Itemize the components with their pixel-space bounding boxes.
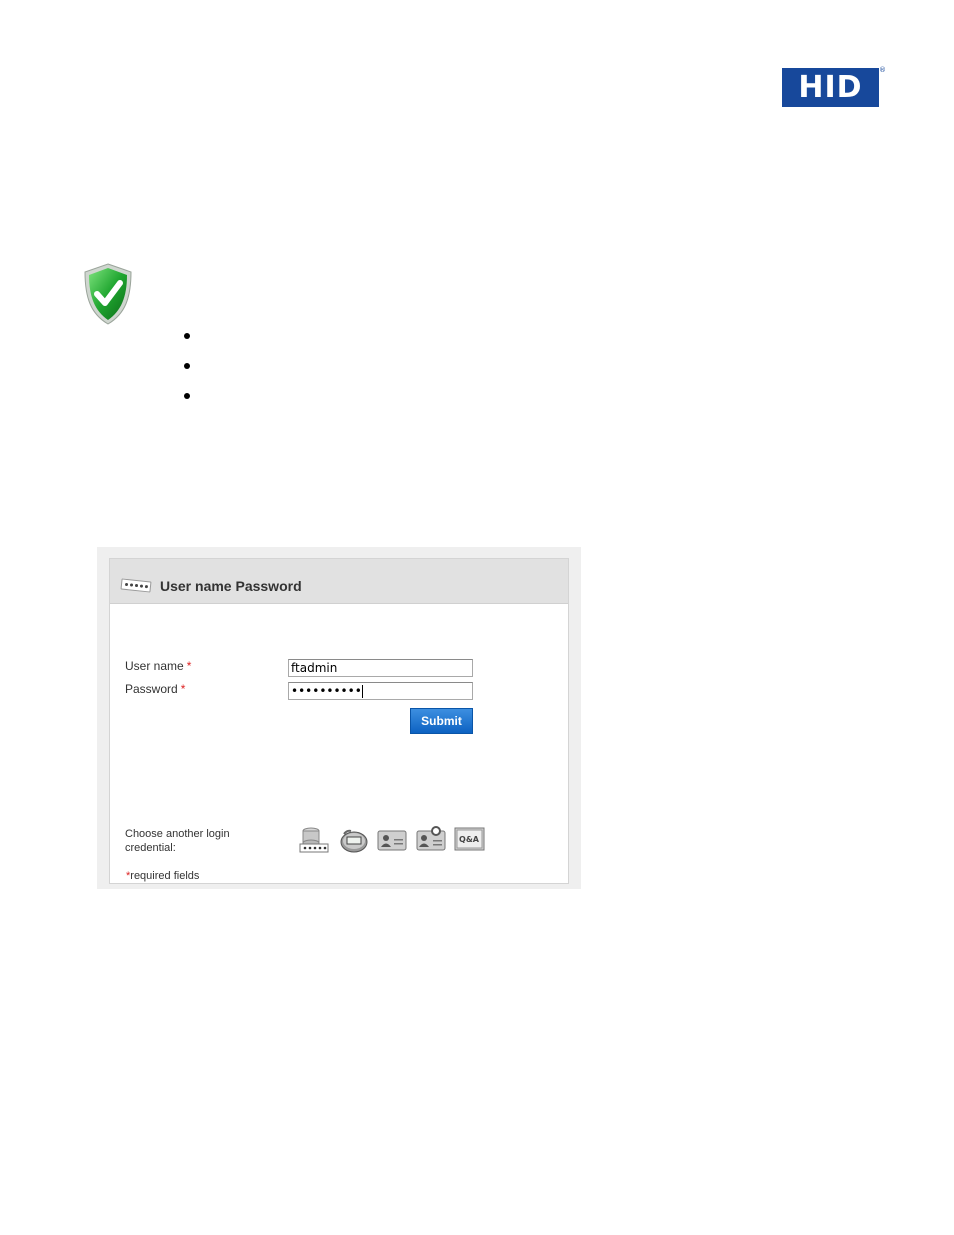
database-otp-icon[interactable] <box>298 825 330 855</box>
bullet-item <box>184 333 190 339</box>
submit-button[interactable]: Submit <box>410 708 473 734</box>
username-input[interactable] <box>288 659 473 677</box>
qa-icon[interactable]: Q&A <box>454 825 486 855</box>
password-dots: •••••••••• <box>291 684 362 698</box>
required-asterisk: * <box>186 659 192 673</box>
username-label: User name * <box>125 659 192 673</box>
qa-icon-text: Q&A <box>459 835 480 844</box>
bullet-item <box>184 363 190 369</box>
panel-header: User name Password <box>110 559 568 604</box>
token-icon[interactable] <box>338 825 370 855</box>
text-cursor <box>361 685 363 698</box>
bullet-list <box>184 333 190 423</box>
choose-credential-label: Choose another login credential: <box>125 828 230 854</box>
bullet-item <box>184 393 190 399</box>
hid-logo: HID <box>782 68 879 107</box>
shield-check-icon <box>84 263 132 325</box>
smart-card-icon[interactable] <box>376 825 408 855</box>
password-field-icon <box>120 578 152 593</box>
login-panel: User name Password User name* Password* … <box>109 558 569 884</box>
password-label: Password * <box>125 682 186 696</box>
required-fields-note: *required fields <box>126 870 200 882</box>
required-asterisk: * <box>180 682 186 696</box>
password-input[interactable]: •••••••••• <box>288 682 473 700</box>
badge-card-icon[interactable] <box>415 825 447 855</box>
registered-mark: ® <box>879 66 886 74</box>
panel-title: User name Password <box>160 578 302 594</box>
